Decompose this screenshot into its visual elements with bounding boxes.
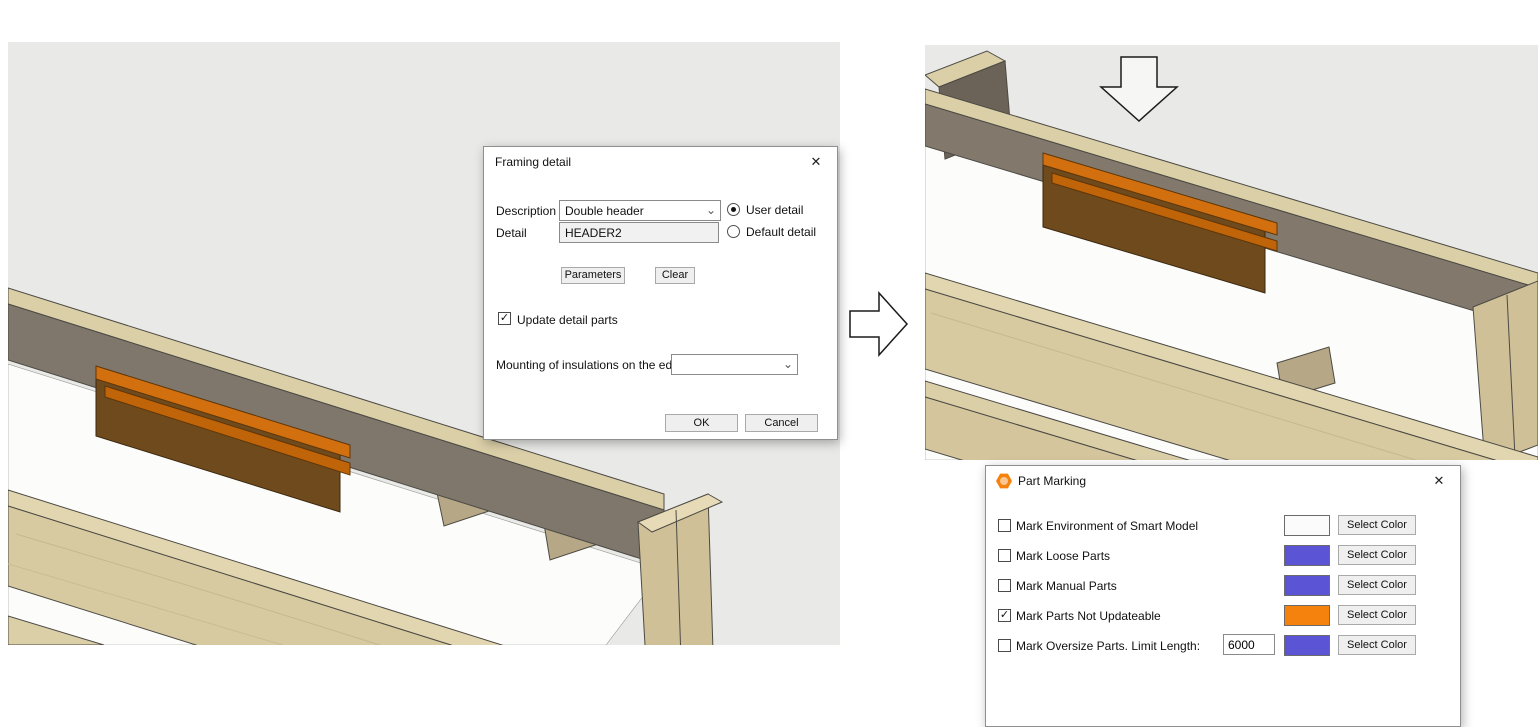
mounting-insulations-label: Mounting of insulations on the edge	[496, 358, 685, 372]
close-icon[interactable]: ✕	[795, 147, 837, 177]
select-color-button[interactable]: Select Color	[1338, 575, 1416, 595]
part-marking-titlebar[interactable]: Part Marking ✕	[986, 466, 1460, 496]
select-color-button[interactable]: Select Color	[1338, 635, 1416, 655]
description-value: Double header	[565, 204, 644, 218]
mark-loose-parts-checkbox[interactable]	[998, 549, 1011, 562]
ok-button[interactable]: OK	[665, 414, 738, 432]
pm-row-environment: Mark Environment of Smart Model Select C…	[986, 515, 1460, 537]
close-icon[interactable]: ✕	[1418, 466, 1460, 496]
environment-color-swatch	[1284, 515, 1330, 536]
clear-button[interactable]: Clear	[655, 267, 695, 284]
chevron-down-icon: ⌄	[783, 355, 793, 374]
pm-row-not-updateable: Mark Parts Not Updateable Select Color	[986, 605, 1460, 627]
select-color-button[interactable]: Select Color	[1338, 605, 1416, 625]
framing-dialog-title: Framing detail	[495, 155, 571, 169]
radio-icon	[727, 203, 740, 216]
right-3d-viewport[interactable]	[925, 45, 1538, 460]
part-marking-app-icon	[996, 473, 1012, 489]
pm-row-loose-parts: Mark Loose Parts Select Color	[986, 545, 1460, 567]
mark-environment-checkbox[interactable]	[998, 519, 1011, 532]
mark-manual-parts-label: Mark Manual Parts	[1016, 579, 1117, 593]
mark-parts-not-updateable-checkbox[interactable]	[998, 609, 1011, 622]
select-color-button[interactable]: Select Color	[1338, 545, 1416, 565]
transition-arrow-icon	[849, 291, 909, 357]
user-detail-label: User detail	[746, 203, 803, 217]
update-detail-parts-label: Update detail parts	[517, 313, 618, 327]
detail-field[interactable]: HEADER2	[559, 222, 719, 243]
not-updateable-color-swatch	[1284, 605, 1330, 626]
manual-parts-color-swatch	[1284, 575, 1330, 596]
mark-environment-label: Mark Environment of Smart Model	[1016, 519, 1198, 533]
pm-row-oversize: Mark Oversize Parts. Limit Length: Selec…	[986, 635, 1460, 657]
select-color-button[interactable]: Select Color	[1338, 515, 1416, 535]
mark-loose-parts-label: Mark Loose Parts	[1016, 549, 1110, 563]
parameters-button[interactable]: Parameters	[561, 267, 625, 284]
framing-model-after	[925, 45, 1538, 460]
description-combo[interactable]: Double header ⌄	[559, 200, 721, 221]
framing-dialog-titlebar[interactable]: Framing detail ✕	[484, 147, 837, 177]
default-detail-label: Default detail	[746, 225, 816, 239]
pm-row-manual-parts: Mark Manual Parts Select Color	[986, 575, 1460, 597]
mark-oversize-parts-label: Mark Oversize Parts. Limit Length:	[1016, 639, 1200, 653]
cancel-button[interactable]: Cancel	[745, 414, 818, 432]
end-rim	[1473, 281, 1538, 460]
default-detail-radio[interactable]: Default detail	[727, 225, 816, 239]
part-marking-title: Part Marking	[1018, 474, 1086, 488]
update-detail-parts-checkbox[interactable]	[498, 312, 511, 325]
framing-detail-dialog: Framing detail ✕ Description Double head…	[483, 146, 838, 440]
oversize-color-swatch	[1284, 635, 1330, 656]
mounting-insulations-combo[interactable]: ⌄	[671, 354, 798, 375]
limit-length-input[interactable]	[1223, 634, 1275, 655]
user-detail-radio[interactable]: User detail	[727, 203, 803, 217]
chevron-down-icon: ⌄	[706, 201, 716, 220]
description-label: Description	[496, 204, 556, 218]
mark-manual-parts-checkbox[interactable]	[998, 579, 1011, 592]
detail-label: Detail	[496, 226, 527, 240]
part-marking-dialog: Part Marking ✕ Mark Environment of Smart…	[985, 465, 1461, 727]
radio-icon	[727, 225, 740, 238]
mark-parts-not-updateable-label: Mark Parts Not Updateable	[1016, 609, 1161, 623]
mark-oversize-parts-checkbox[interactable]	[998, 639, 1011, 652]
loose-parts-color-swatch	[1284, 545, 1330, 566]
